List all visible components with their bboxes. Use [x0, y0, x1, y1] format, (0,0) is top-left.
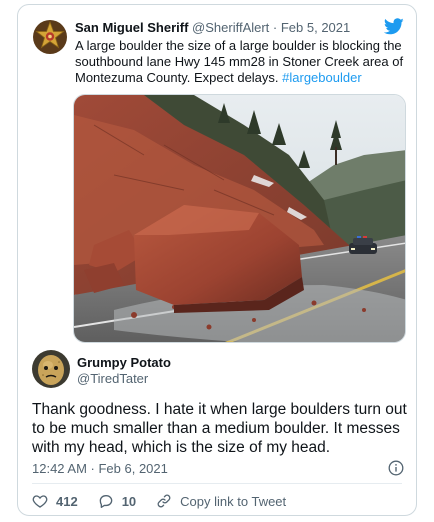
copy-link-label: Copy link to Tweet: [180, 493, 287, 509]
sheriff-star-badge-icon: [33, 20, 67, 54]
like-button[interactable]: 412: [32, 493, 78, 509]
boulder-road-image: [74, 95, 405, 342]
quoted-tweet-header: San Miguel Sheriff @SheriffAlert · Feb 5…: [75, 20, 350, 35]
sheriff-badge-avatar[interactable]: [32, 19, 68, 55]
boulder-photo[interactable]: [73, 94, 406, 343]
like-count: 412: [56, 493, 78, 509]
reply-display-name[interactable]: Grumpy Potato: [77, 355, 171, 370]
tweet-actions: 412 10 Copy link to Tweet: [32, 491, 306, 511]
twitter-bird-icon[interactable]: [384, 18, 404, 35]
tweet-card: San Miguel Sheriff @SheriffAlert · Feb 5…: [17, 4, 417, 516]
reply-timestamp[interactable]: 12:42 AM · Feb 6, 2021: [32, 461, 168, 476]
meta-separator: ·: [269, 20, 281, 35]
heart-icon: [32, 495, 48, 508]
divider: [32, 483, 402, 484]
potato-avatar-image: [32, 350, 70, 388]
quoted-date[interactable]: Feb 5, 2021: [281, 20, 350, 35]
quoted-tweet-text: A large boulder the size of a large boul…: [75, 38, 408, 86]
copy-link-button[interactable]: Copy link to Tweet: [156, 493, 286, 509]
potato-avatar[interactable]: [32, 350, 70, 388]
quoted-display-name[interactable]: San Miguel Sheriff: [75, 20, 188, 35]
comment-icon: [99, 495, 113, 508]
reply-handle[interactable]: @TiredTater: [77, 371, 148, 386]
reply-text: Thank goodness. I hate it when large bou…: [32, 401, 407, 456]
reply-count: 10: [121, 493, 137, 509]
quoted-handle[interactable]: @SheriffAlert: [192, 20, 269, 35]
link-icon: [157, 494, 171, 508]
hashtag-link[interactable]: #largeboulder: [282, 70, 362, 85]
info-icon[interactable]: [388, 460, 404, 476]
reply-button[interactable]: 10: [98, 493, 136, 509]
